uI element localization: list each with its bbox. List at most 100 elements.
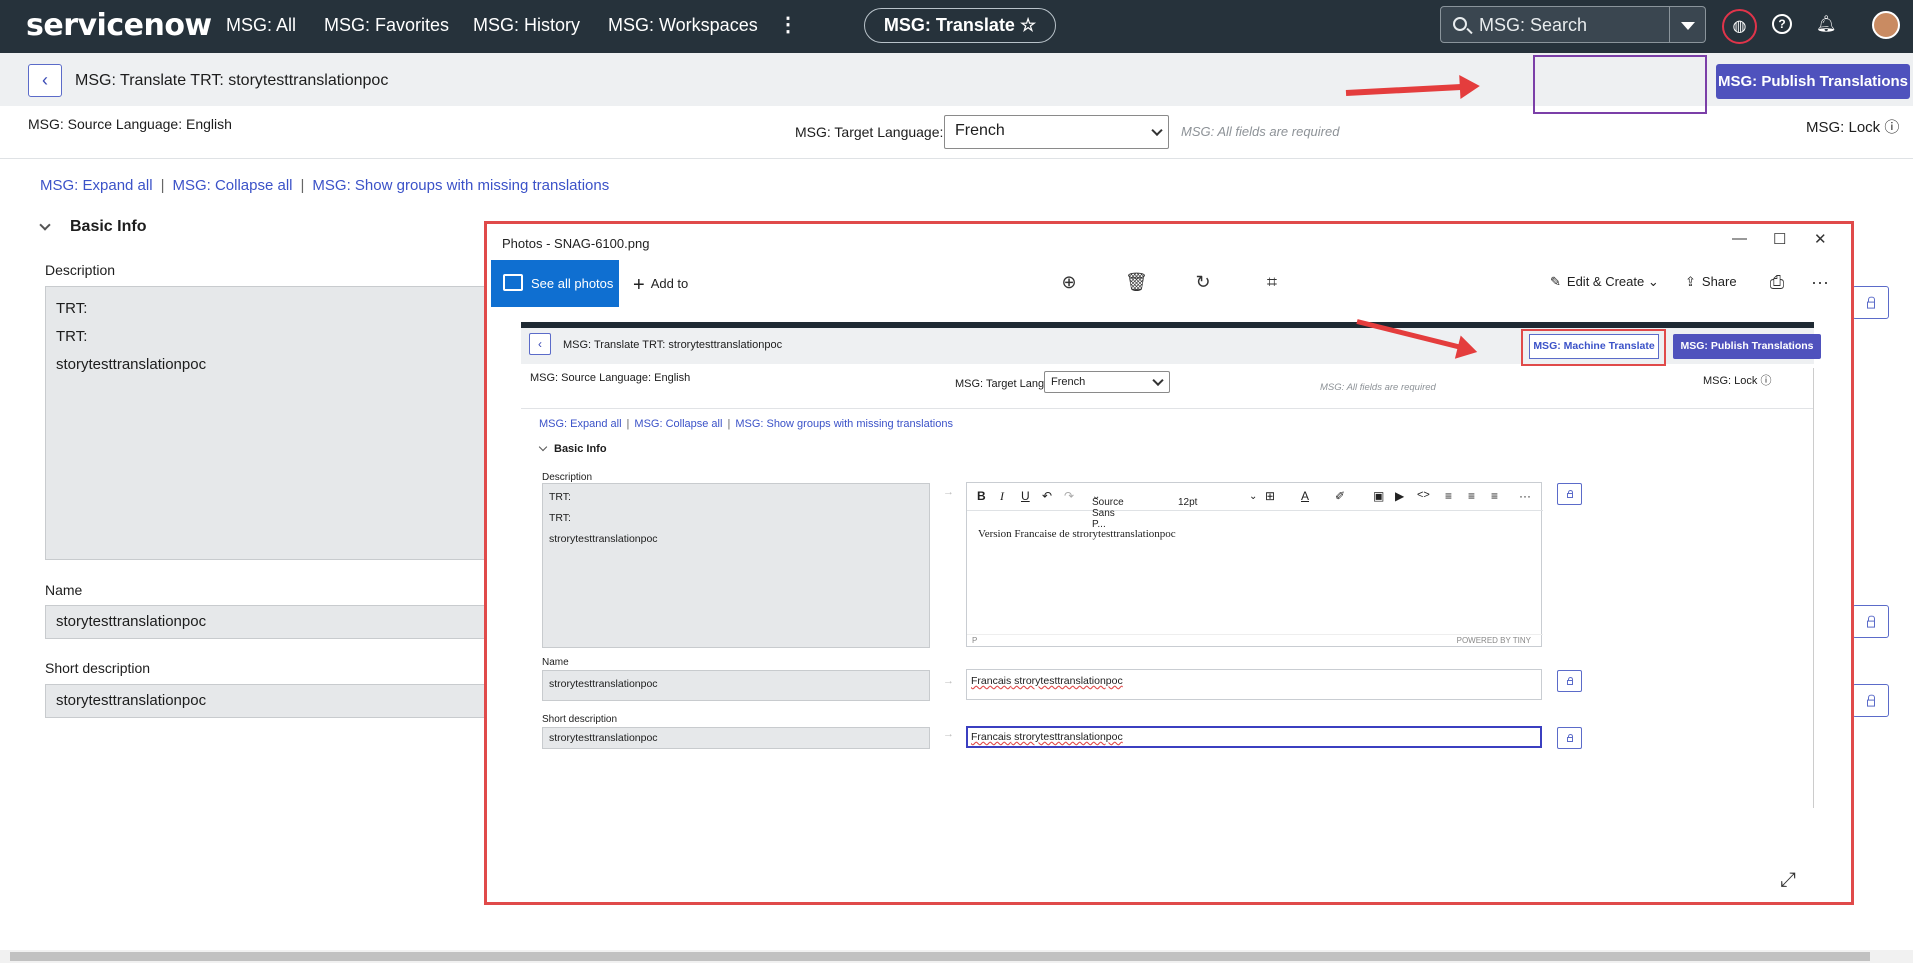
photo-icon [503, 274, 523, 291]
target-language-label: MSG: Target Language: [795, 124, 944, 140]
target-language-select[interactable]: French [944, 115, 1169, 149]
see-all-photos-button[interactable]: See all photos [491, 260, 619, 307]
inner-group-links: MSG: Expand all | MSG: Collapse all | MSG: S… [539, 418, 953, 430]
print-icon[interactable]: ⎙ [1766, 271, 1788, 293]
description-line: TRT: [549, 491, 571, 503]
more-icon: ··· [1519, 489, 1531, 503]
nav-history[interactable]: MSG: History [473, 15, 580, 36]
target-language-value: French [955, 122, 1005, 139]
inner-name-field: strorytesttranslationpoc [542, 670, 930, 701]
more-icon[interactable]: ··· [1809, 271, 1831, 293]
short-description-field: storytesttranslationpoc [45, 684, 495, 718]
description-label: Description [45, 262, 116, 278]
inner-required-note: MSG: All fields are required [1320, 382, 1436, 393]
show-missing-link[interactable]: MSG: Show groups with missing translatio… [312, 177, 609, 194]
search-dropdown-button[interactable] [1670, 6, 1706, 43]
inner-lock-button [1557, 727, 1582, 749]
inner-scrollbar [1813, 368, 1814, 808]
media-icon: ▶ [1395, 489, 1405, 503]
translation-text: strorytesttranslationpoc [1011, 731, 1123, 743]
powered-by-label: POWERED BY TINY [1456, 636, 1531, 645]
inner-title: MSG: Translate TRT: strorytesttranslatio… [563, 339, 783, 351]
inner-expand-link: MSG: Expand all [539, 418, 622, 430]
scrollbar-thumb[interactable] [10, 952, 1870, 961]
lock-button-description[interactable] [1852, 286, 1889, 319]
close-button[interactable]: ✕ [1814, 230, 1827, 248]
lock-icon [1866, 694, 1875, 707]
inner-target-select: French [1044, 371, 1170, 393]
description-line: strorytesttranslationpoc [549, 533, 658, 545]
highlight-box [1533, 55, 1707, 114]
lock-icon [1566, 734, 1573, 742]
image-icon: ▣ [1373, 489, 1385, 503]
nav-favorites[interactable]: MSG: Favorites [324, 15, 449, 36]
horizontal-scrollbar[interactable] [0, 950, 1913, 963]
editor-content: Version Francaise de strorytesttranslati… [978, 528, 1176, 540]
page-title: MSG: Translate TRT: storytesttranslation… [75, 72, 389, 89]
back-button[interactable]: ‹ [28, 64, 62, 97]
inner-name-translation: Francais strorytesttranslationpoc [966, 669, 1542, 700]
share-button[interactable]: ⇪ Share [1685, 274, 1737, 290]
publish-translations-button[interactable]: MSG: Publish Translations [1716, 64, 1910, 99]
zoom-in-icon[interactable]: ⊕ [1058, 271, 1080, 293]
redo-icon: ↷ [1064, 489, 1075, 503]
avatar[interactable] [1872, 11, 1900, 39]
short-description-label: Short description [45, 660, 151, 676]
table-icon: ⊞ [1265, 489, 1276, 503]
edit-create-label: Edit & Create ⌄ [1566, 274, 1659, 289]
delete-icon[interactable]: 🗑︎ [1125, 271, 1148, 293]
expand-icon[interactable]: ⤢ [1780, 869, 1796, 892]
group-links: MSG: Expand all | MSG: Collapse all | MSG: S… [40, 177, 610, 194]
more-menu-icon[interactable]: ⋮ [778, 12, 798, 37]
description-line: TRT: [56, 300, 88, 317]
inner-publish-button: MSG: Publish Translations [1673, 334, 1821, 359]
inner-name-label: Name [542, 657, 569, 668]
name-field: storytesttranslationpoc [45, 605, 495, 639]
nav-workspaces[interactable]: MSG: Workspaces [608, 15, 758, 36]
bold-icon: B [977, 489, 986, 503]
inner-lock-button [1557, 483, 1582, 505]
collapse-all-link[interactable]: MSG: Collapse all [172, 177, 292, 194]
highlight-icon: ✐ [1335, 489, 1346, 503]
search-input[interactable]: MSG: Search [1479, 15, 1587, 36]
nav-all[interactable]: MSG: All [226, 15, 296, 36]
lock-button-name[interactable] [1852, 605, 1889, 638]
italic-icon: I [1000, 489, 1004, 503]
servicenow-logo[interactable]: servicenow [26, 8, 212, 43]
font-family-select: Source Sans P... ⌄ [1092, 491, 1124, 530]
minimize-button[interactable]: — [1732, 230, 1747, 247]
expand-all-link[interactable]: MSG: Expand all [40, 177, 153, 194]
bell-icon[interactable]: 🔔︎ [1816, 14, 1836, 34]
lock-icon [1566, 677, 1573, 685]
translate-pill[interactable]: MSG: Translate ☆ [864, 8, 1056, 43]
lock-label[interactable]: MSG: Lock ⓘ [1806, 116, 1899, 137]
misspelled-word: Francais [971, 731, 1012, 743]
help-icon[interactable]: ? [1772, 14, 1792, 34]
inner-screenshot: ‹ MSG: Translate TRT: strorytesttranslat… [521, 319, 1821, 852]
lock-button-short[interactable] [1852, 684, 1889, 717]
lock-icon [1866, 296, 1875, 309]
globe-icon[interactable]: ◍ [1722, 9, 1757, 44]
source-language: MSG: Source Language: English [28, 116, 232, 132]
font-family-value: Source Sans P... [1092, 497, 1124, 530]
lock-icon [1566, 490, 1573, 498]
rotate-icon[interactable]: ↻ [1192, 271, 1214, 293]
photos-title: Photos - SNAG-6100.png [502, 236, 650, 251]
editor-statusbar: P POWERED BY TINY [967, 634, 1543, 646]
edit-create-button[interactable]: ✎ Edit & Create ⌄ [1550, 274, 1659, 290]
chevron-down-icon [538, 442, 548, 452]
lock-icon [1866, 615, 1875, 628]
chevron-down-icon[interactable] [39, 219, 51, 231]
global-search[interactable]: MSG: Search [1440, 6, 1670, 43]
crop-icon[interactable]: ⌗ [1261, 271, 1283, 293]
add-to-button[interactable]: + Add to [633, 274, 688, 297]
description-line: TRT: [549, 512, 571, 524]
arrow-right-icon: → [943, 675, 954, 687]
divider [0, 158, 1913, 159]
maximize-button[interactable]: ☐ [1773, 230, 1786, 248]
rich-text-editor: B I U ↶ ↷ Source Sans P... ⌄ 12pt ⌄ ⊞ A … [966, 482, 1543, 647]
inner-target-value: French [1051, 376, 1086, 388]
align-right-icon: ≡ [1491, 489, 1499, 503]
editor-toolbar: B I U ↶ ↷ Source Sans P... ⌄ 12pt ⌄ ⊞ A … [967, 483, 1543, 530]
description-field: TRT: TRT: storytesttranslationpoc [45, 286, 495, 560]
